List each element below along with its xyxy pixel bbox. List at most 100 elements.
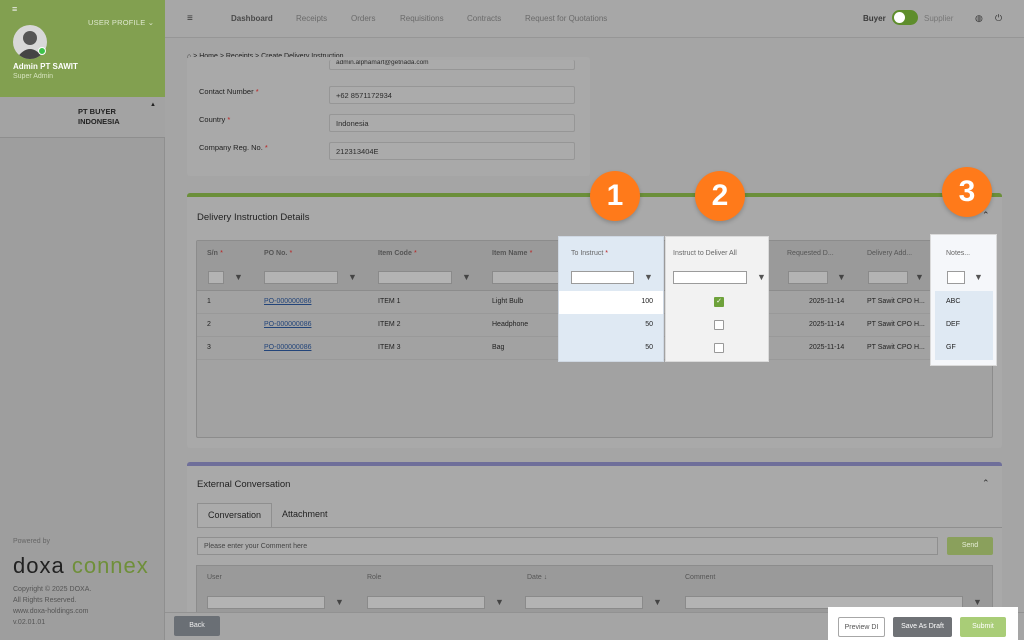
sidebar: ≡ USER PROFILE ⌄ Admin PT SAWIT Super Ad… [0, 0, 165, 640]
cell-po-link[interactable]: PO-000000086 [264, 298, 311, 305]
nav-rfq[interactable]: Request for Quotations [525, 14, 607, 23]
email-field[interactable]: admin.alphamart@getnada.com [329, 60, 575, 70]
contact-number-field[interactable]: +62 8571172934 [329, 86, 575, 104]
country-label-text: Country [199, 115, 226, 124]
tab-conversation[interactable]: Conversation [197, 503, 273, 528]
save-as-draft-button[interactable]: Save As Draft [893, 617, 952, 637]
comment-input[interactable]: Please enter your Comment here [197, 537, 938, 555]
filter-icon[interactable]: ▼ [973, 597, 982, 607]
filter-to-instruct-input[interactable] [571, 271, 634, 284]
col-to-instruct[interactable]: To Instruct * [571, 250, 608, 257]
filter-role-input[interactable] [367, 596, 485, 609]
filter-item-code-input[interactable] [378, 271, 452, 284]
filter-icon[interactable]: ▼ [915, 272, 924, 282]
deliver-all-checkbox-checked[interactable]: ✓ [714, 297, 724, 307]
cell-requested-date: 2025-11-14 [809, 344, 845, 351]
copyright-block: Copyright © 2025 DOXA. All Rights Reserv… [13, 584, 91, 628]
deliver-all-checkbox[interactable] [714, 320, 724, 330]
col-item-name[interactable]: Item Name * [492, 250, 532, 257]
col-date[interactable]: Date ↓ [527, 574, 547, 581]
col-role[interactable]: Role [367, 574, 381, 581]
power-icon[interactable]: ⏻ [995, 13, 1002, 24]
tab-attachment[interactable]: Attachment [272, 503, 338, 528]
filter-icon[interactable]: ▼ [757, 272, 766, 282]
cell-item-code: ITEM 2 [378, 321, 401, 328]
col-sn[interactable]: S/n * [207, 250, 223, 257]
col-notes[interactable]: Notes... [946, 250, 970, 257]
cell-po-link[interactable]: PO-000000086 [264, 321, 311, 328]
cell-item-name: Light Bulb [492, 298, 524, 305]
menu-icon[interactable]: ≡ [187, 13, 193, 24]
version: v.02.01.01 [13, 619, 46, 626]
country-field[interactable]: Indonesia [329, 114, 575, 132]
send-button[interactable]: Send [947, 537, 993, 555]
required-mark: * [264, 143, 268, 152]
buyer-supplier-toggle[interactable] [892, 10, 918, 25]
filter-requested-input[interactable] [788, 271, 828, 284]
col-item-name-label: Item Name [492, 250, 528, 257]
sidebar-menu-icon[interactable]: ≡ [12, 4, 17, 14]
user-role: Super Admin [13, 73, 54, 80]
user-profile-dropdown[interactable]: USER PROFILE ⌄ [88, 18, 154, 27]
profile-panel: ≡ USER PROFILE ⌄ Admin PT SAWIT Super Ad… [0, 0, 165, 97]
col-po[interactable]: PO No. * [264, 250, 292, 257]
filter-icon[interactable]: ▼ [644, 272, 653, 282]
col-user[interactable]: User [207, 574, 222, 581]
nav-receipts[interactable]: Receipts [296, 14, 327, 23]
filter-po-input[interactable] [264, 271, 338, 284]
filter-icon[interactable]: ▼ [348, 272, 357, 282]
filter-icon[interactable]: ▼ [653, 597, 662, 607]
col-item-code-label: Item Code [378, 250, 412, 257]
filter-notes-input[interactable] [947, 271, 965, 284]
company-selector[interactable]: PT BUYER INDONESIA ▲ [0, 97, 165, 138]
preview-di-button[interactable]: Preview DI [838, 617, 885, 637]
col-deliver-all[interactable]: Instruct to Deliver All [673, 250, 737, 257]
notes-input[interactable]: DEF [946, 321, 960, 328]
company-reg-field[interactable]: 212313404E [329, 142, 575, 160]
col-requested-date[interactable]: Requested D... [787, 250, 834, 257]
submit-button[interactable]: Submit [960, 617, 1006, 637]
notes-input[interactable]: GF [946, 344, 956, 351]
website-link[interactable]: www.doxa-holdings.com [13, 606, 91, 617]
col-item-code[interactable]: Item Code * [378, 250, 417, 257]
collapse-chevron-icon[interactable]: ⌃ [982, 210, 990, 221]
to-instruct-input[interactable]: 50 [645, 344, 653, 351]
filter-address-input[interactable] [868, 271, 908, 284]
contact-label-text: Contact Number [199, 87, 254, 96]
cell-item-name: Headphone [492, 321, 529, 328]
nav-dashboard[interactable]: Dashboard [231, 14, 273, 23]
collapse-chevron-icon[interactable]: ⌃ [982, 478, 990, 489]
powered-by: Powered by [13, 538, 50, 545]
deliver-all-checkbox[interactable] [714, 343, 724, 353]
required-mark: * [219, 250, 223, 257]
buyer-label: Buyer [863, 14, 886, 23]
topbar: ≡ Dashboard Receipts Orders Requisitions… [165, 0, 1024, 38]
marker-2: 2 [695, 171, 745, 221]
cell-sn: 3 [207, 344, 211, 351]
nav-orders[interactable]: Orders [351, 14, 375, 23]
filter-user-input[interactable] [207, 596, 325, 609]
nav-requisitions[interactable]: Requisitions [400, 14, 444, 23]
to-instruct-input[interactable]: 100 [641, 298, 653, 305]
filter-icon[interactable]: ▼ [495, 597, 504, 607]
filter-date-input[interactable] [525, 596, 643, 609]
cell-delivery-address: PT Sawit CPO H... [867, 344, 925, 351]
filter-icon[interactable]: ▼ [837, 272, 846, 282]
online-status-dot [38, 47, 46, 55]
nav-contracts[interactable]: Contracts [467, 14, 501, 23]
back-button[interactable]: Back [174, 616, 220, 636]
filter-item-name-input[interactable] [492, 271, 562, 284]
globe-icon[interactable]: ◍ [975, 13, 983, 24]
cell-po-link[interactable]: PO-000000086 [264, 344, 311, 351]
filter-sn-input[interactable] [208, 271, 224, 284]
filter-icon[interactable]: ▼ [234, 272, 243, 282]
filter-icon[interactable]: ▼ [462, 272, 471, 282]
filter-icon[interactable]: ▼ [335, 597, 344, 607]
col-delivery-address[interactable]: Delivery Add... [867, 250, 912, 257]
col-comment[interactable]: Comment [685, 574, 715, 581]
company-reg-label-text: Company Reg. No. [199, 143, 263, 152]
to-instruct-input[interactable]: 50 [645, 321, 653, 328]
filter-deliver-all-input[interactable] [673, 271, 747, 284]
filter-icon[interactable]: ▼ [974, 272, 983, 282]
notes-input[interactable]: ABC [946, 298, 960, 305]
